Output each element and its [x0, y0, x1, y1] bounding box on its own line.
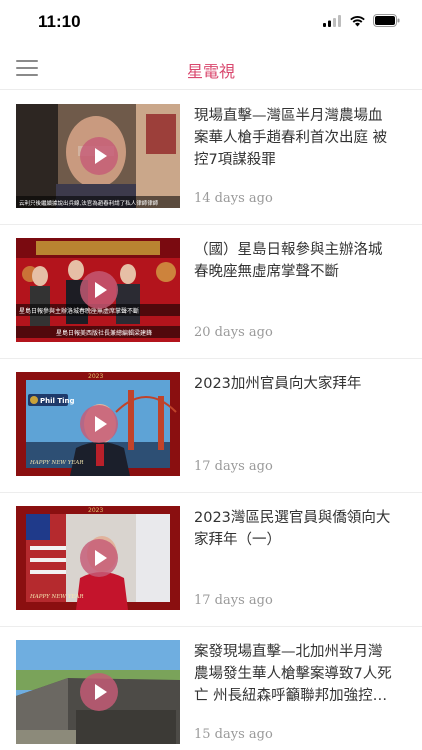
article-title[interactable]: （國）星島日報參與主辦洛城春晚座無虛席掌聲不斷 — [194, 239, 394, 283]
nav-bar: 星電視 — [0, 46, 422, 90]
play-icon[interactable] — [80, 539, 118, 577]
video-thumbnail[interactable] — [16, 640, 180, 744]
video-thumbnail[interactable]: 2023 HAPPY NEW YEAR — [16, 506, 180, 610]
list-item[interactable]: 案發現場直擊—北加州半月灣農場發生華人槍擊案導致7人死亡 州長紐森呼籲聯邦加強控… — [0, 627, 422, 750]
article-time: 17 days ago — [194, 459, 273, 474]
article-time: 17 days ago — [194, 593, 273, 608]
thumbnail-year: 2023 — [88, 507, 103, 514]
thumbnail-caption: 星島日報美西版社長兼總編輯梁建鋒 — [56, 329, 152, 337]
article-time: 20 days ago — [194, 325, 273, 340]
signal-icon — [323, 14, 341, 27]
play-icon[interactable] — [80, 673, 118, 711]
article-title[interactable]: 現場直擊—灣區半月灣農場血案華人槍手趙春利首次出庭 被控7項謀殺罪 — [194, 105, 394, 171]
status-bar: 11:10 — [0, 0, 422, 46]
thumbnail-greeting: HAPPY NEW YEAR — [29, 460, 84, 466]
play-icon[interactable] — [80, 405, 118, 443]
status-icons — [323, 14, 400, 27]
list-item[interactable]: 云利只後繼續據說出兵線,法官為趙春利請了私人律師律師 現場直擊—灣區半月灣農場血… — [0, 91, 422, 225]
status-time: 11:10 — [38, 12, 81, 31]
battery-icon — [373, 14, 400, 27]
thumbnail-caption: 云利只後繼續據說出兵線,法官為趙春利請了私人律師律師 — [19, 199, 159, 207]
list-item[interactable]: Phil Ting 2023 HAPPY NEW YEAR 2023加州官員向大… — [0, 359, 422, 493]
list-item[interactable]: 2023 HAPPY NEW YEAR 2023灣區民選官員與僑領向大家拜年（一… — [0, 493, 422, 627]
list-item[interactable]: 星島日報參與主辦洛城春晚座無虛席掌聲不斷 星島日報美西版社長兼總編輯梁建鋒 （國… — [0, 225, 422, 359]
thumbnail-greeting: HAPPY NEW YEAR — [29, 594, 84, 600]
page-title: 星電視 — [186, 62, 235, 81]
thumbnail-name: Phil Ting — [40, 397, 75, 405]
article-title[interactable]: 案發現場直擊—北加州半月灣農場發生華人槍擊案導致7人死亡 州長紐森呼籲聯邦加強控… — [194, 641, 394, 707]
article-title[interactable]: 2023灣區民選官員與僑領向大家拜年（一） — [194, 507, 394, 551]
article-list: 云利只後繼續據說出兵線,法官為趙春利請了私人律師律師 現場直擊—灣區半月灣農場血… — [0, 91, 422, 750]
play-icon[interactable] — [80, 137, 118, 175]
video-thumbnail[interactable]: Phil Ting 2023 HAPPY NEW YEAR — [16, 372, 180, 476]
video-thumbnail[interactable]: 云利只後繼續據說出兵線,法官為趙春利請了私人律師律師 — [16, 104, 180, 208]
article-time: 15 days ago — [194, 727, 273, 742]
thumbnail-year: 2023 — [88, 373, 103, 380]
thumbnail-caption: 星島日報參與主辦洛城春晚座無虛席掌聲不斷 — [19, 307, 139, 315]
wifi-icon — [350, 15, 365, 26]
article-time: 14 days ago — [194, 191, 273, 206]
video-thumbnail[interactable]: 星島日報參與主辦洛城春晚座無虛席掌聲不斷 星島日報美西版社長兼總編輯梁建鋒 — [16, 238, 180, 342]
article-title[interactable]: 2023加州官員向大家拜年 — [194, 373, 394, 395]
play-icon[interactable] — [80, 271, 118, 309]
